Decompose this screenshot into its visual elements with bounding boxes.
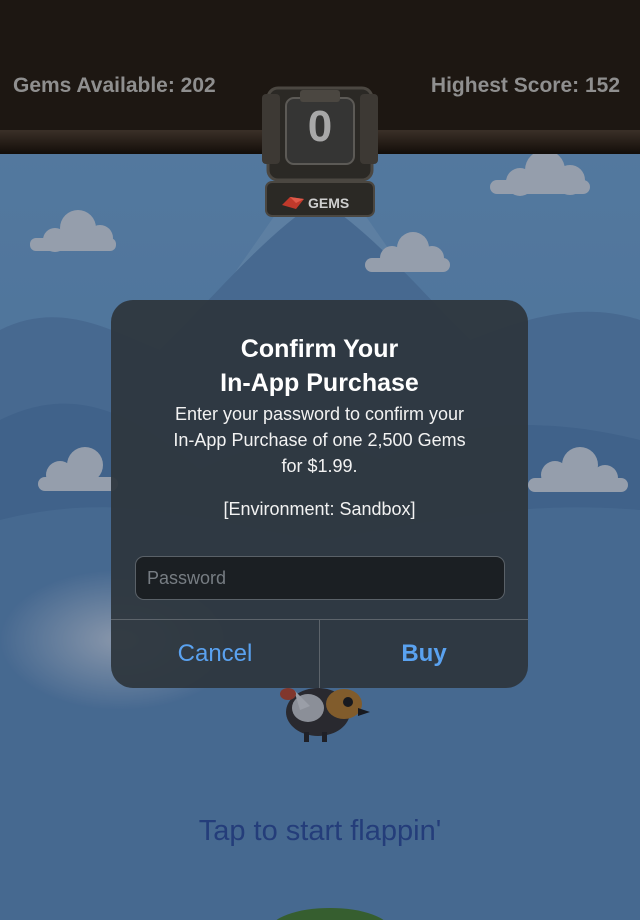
dialog-message: Enter your password to confirm your In-A… — [111, 401, 528, 479]
dialog-message-line-2: In-App Purchase of one 2,500 Gems — [173, 430, 466, 450]
dialog-title-line-1: Confirm Your — [240, 335, 399, 363]
highest-score-label: Highest Score: 152 — [430, 74, 620, 97]
score-box: 0 GEMS — [262, 84, 378, 218]
gems-available-label: Gems Available: 202 — [13, 74, 216, 97]
dialog-title-line-2: In-App Purchase — [220, 369, 419, 397]
gems-tag-label: GEMS — [308, 195, 350, 211]
game-scene[interactable]: Gems Available: 202 Highest Score: 152 0… — [0, 0, 640, 920]
gem-icon — [282, 197, 304, 209]
password-input[interactable] — [135, 556, 505, 600]
dialog-title: Confirm Your In-App Purchase — [111, 332, 528, 400]
score-value: 0 — [307, 102, 333, 151]
purchase-confirm-dialog: Confirm Your In-App Purchase Enter your … — [111, 300, 528, 688]
buy-button[interactable]: Buy — [320, 620, 528, 688]
dialog-message-line-3: for $1.99. — [281, 456, 358, 476]
environment-label: [Environment: Sandbox] — [223, 499, 416, 519]
cancel-button[interactable]: Cancel — [111, 620, 319, 688]
dialog-message-line-1: Enter your password to confirm your — [174, 404, 465, 424]
tap-to-start-prompt: Tap to start flappin' — [198, 815, 442, 847]
